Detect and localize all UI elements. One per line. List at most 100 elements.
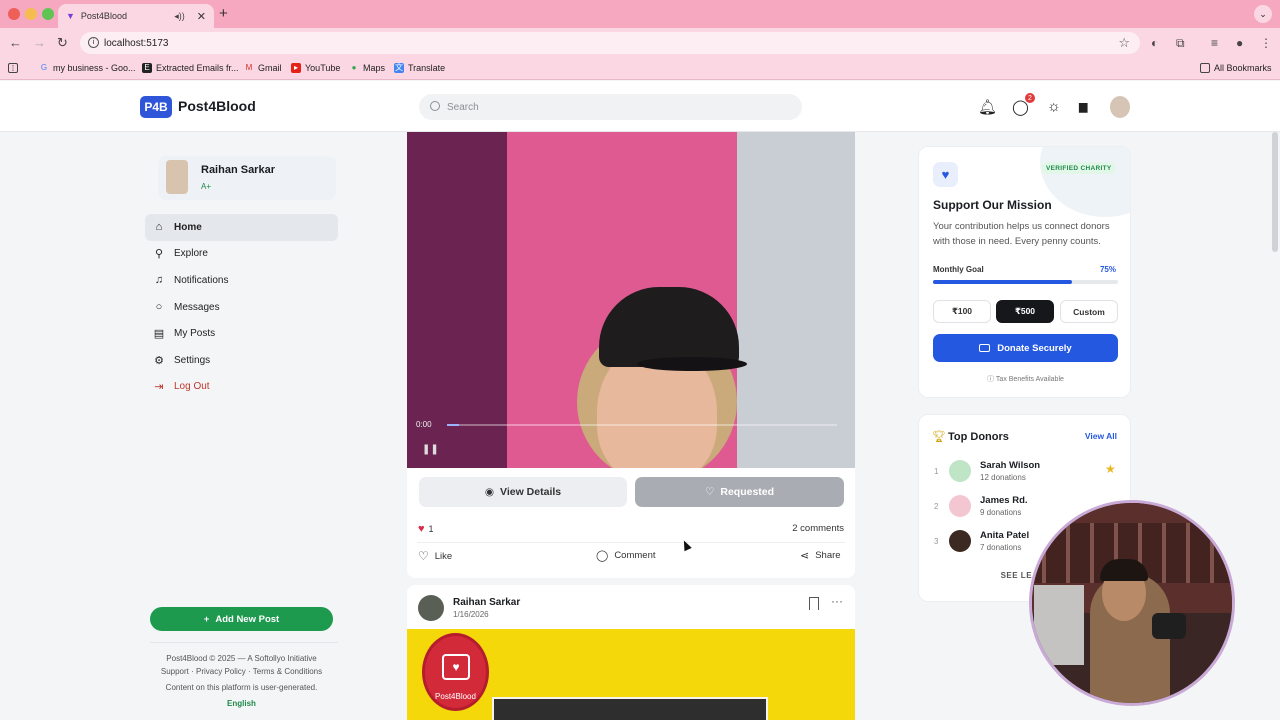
new-tab-button[interactable]: +	[219, 5, 228, 22]
avatar[interactable]	[418, 595, 444, 621]
tax-benefits-text: ⓘ Tax Benefits Available	[987, 376, 1064, 383]
post-video[interactable]: 0:00 ❚❚	[407, 132, 855, 468]
logo-badge[interactable]: P4B	[140, 96, 172, 118]
heart-icon: ♥	[933, 162, 958, 187]
webcam-background	[1034, 585, 1084, 665]
amount-option[interactable]: ₹100	[933, 300, 991, 323]
donor-row[interactable]: 1 Sarah Wilson 12 donations ★	[919, 457, 1130, 487]
eye-icon: ◉	[484, 486, 495, 498]
avatar	[949, 460, 971, 482]
donate-securely-button[interactable]: Donate Securely	[933, 334, 1118, 362]
bookmark-star-icon[interactable]: ☆	[1118, 35, 1130, 51]
address-bar[interactable]: i localhost:5173 ☆	[80, 32, 1140, 54]
forward-icon[interactable]: →	[33, 35, 46, 50]
info-icon: ⓘ	[987, 376, 996, 383]
view-all-link[interactable]: View All	[1085, 431, 1117, 441]
puzzle-icon[interactable]: ⧉	[1176, 36, 1185, 51]
avatar	[949, 495, 971, 517]
video-progress-fill	[447, 424, 459, 426]
browser-tab-bar: ▼ Post4Blood ◂)) ✕ + ⌄	[0, 0, 1280, 28]
document-icon: ▤	[153, 328, 165, 341]
support-mission-card: ♥ VERIFIED CHARITY Support Our Mission Y…	[918, 146, 1131, 398]
bookmark-item[interactable]: ● Maps	[349, 63, 385, 73]
like-button[interactable]: ♡ Like	[418, 549, 452, 563]
bookmark-item[interactable]: 文 Translate	[394, 63, 445, 73]
sidebar-item-logout[interactable]: ⇥ Log Out	[145, 374, 338, 401]
comment-button[interactable]: ◯ Comment	[596, 549, 656, 562]
sidebar-item-my-posts[interactable]: ▤ My Posts	[145, 320, 338, 347]
apps-icon[interactable]: ⁞	[8, 63, 18, 73]
reload-icon[interactable]: ↻	[57, 35, 68, 51]
logo-text[interactable]: Post4Blood	[178, 98, 256, 114]
bookmark-item[interactable]: M Gmail	[244, 63, 282, 73]
search-placeholder: Search	[447, 101, 479, 113]
search-input[interactable]: Search	[419, 94, 802, 120]
sidebar-item-notifications[interactable]: ♫ Notifications	[145, 267, 338, 294]
profile-icon[interactable]: ●	[1236, 36, 1243, 50]
donor-count: 7 donations	[980, 543, 1022, 552]
tab-search-button[interactable]: ⌄	[1254, 5, 1272, 23]
star-icon: ★	[1105, 462, 1116, 476]
privacy-link[interactable]: Privacy Policy	[196, 667, 246, 676]
sidebar-item-settings[interactable]: ⚙ Settings	[145, 347, 338, 374]
webcam-overlay	[1029, 500, 1235, 706]
back-icon[interactable]: ←	[9, 35, 22, 50]
bookmarks-bar: ⁞ Gmy business - Goo... E Extracted Email…	[0, 58, 1280, 80]
search-icon	[430, 101, 440, 111]
amount-option[interactable]: Custom	[1060, 300, 1118, 323]
post-image[interactable]: ♥ Post4Blood	[407, 629, 855, 720]
page-scrollbar[interactable]	[1272, 132, 1278, 252]
sun-icon[interactable]: ☼	[1047, 98, 1061, 115]
media-icon[interactable]: ≡	[1211, 36, 1218, 50]
sidebar-item-home[interactable]: ⌂ Home	[145, 214, 338, 241]
post-actions: ◉ View Details ♡ Requested ♥ 1 2 comments ♡…	[407, 468, 855, 578]
image-frame	[492, 697, 768, 720]
extension-icon[interactable]: ◐	[1151, 36, 1158, 50]
terms-link[interactable]: Terms & Conditions	[253, 667, 322, 676]
browser-tab[interactable]: ▼ Post4Blood ◂)) ✕	[58, 4, 214, 28]
decorative-shape	[1040, 147, 1130, 217]
view-details-button[interactable]: ◉ View Details	[419, 477, 627, 507]
support-link[interactable]: Support	[161, 667, 189, 676]
close-tab-icon[interactable]: ✕	[197, 10, 206, 23]
avatar[interactable]	[1110, 96, 1130, 118]
close-window-button[interactable]	[8, 8, 20, 20]
bookmark-item[interactable]: ▸ YouTube	[291, 63, 340, 73]
disclaimer-text: Content on this platform is user-generat…	[165, 683, 318, 692]
add-new-post-button[interactable]: + Add New Post	[150, 607, 333, 631]
menu-dots-icon[interactable]: ⋮	[1260, 36, 1272, 50]
flag-icon[interactable]: ▆	[1079, 100, 1087, 113]
bell-icon[interactable]: 🔔︎	[978, 98, 997, 116]
minimize-window-button[interactable]	[25, 8, 37, 20]
video-progress-track[interactable]	[447, 424, 837, 426]
bookmark-icon[interactable]	[809, 597, 819, 610]
comment-icon: ◯	[596, 550, 609, 562]
trophy-icon: 🏆︎	[932, 431, 946, 443]
language-selector[interactable]: English	[145, 699, 338, 708]
microphone-icon	[1152, 613, 1186, 639]
comments-count[interactable]: 2 comments	[792, 523, 844, 534]
webcam-person	[1100, 559, 1148, 581]
search-icon: ⚲	[154, 248, 164, 261]
pause-icon[interactable]: ❚❚	[422, 444, 439, 455]
sidebar-item-messages[interactable]: ○ Messages	[145, 294, 338, 321]
sidebar-item-explore[interactable]: ⚲ Explore	[145, 241, 338, 268]
all-bookmarks[interactable]: All Bookmarks	[1200, 63, 1272, 73]
youtube-icon: ▸	[291, 63, 301, 73]
audio-icon[interactable]: ◂))	[174, 11, 185, 22]
gear-icon: ⚙	[154, 354, 164, 367]
maximize-window-button[interactable]	[42, 8, 54, 20]
logo-caption: Post4Blood	[435, 692, 476, 701]
share-icon: ⋖	[800, 550, 810, 562]
bookmark-item[interactable]: E Extracted Emails fr...	[142, 63, 239, 73]
more-options-icon[interactable]: ···	[831, 594, 843, 608]
donor-name: Sarah Wilson	[980, 460, 1041, 471]
share-button[interactable]: ⋖ Share	[800, 549, 841, 562]
profile-card[interactable]: Raihan Sarkar A+	[158, 156, 336, 200]
site-info-icon[interactable]: i	[88, 37, 99, 48]
requested-button[interactable]: ♡ Requested	[635, 477, 844, 507]
post-author[interactable]: Raihan Sarkar	[453, 597, 520, 608]
amount-option[interactable]: ₹500	[996, 300, 1054, 323]
url-text: localhost:5173	[104, 37, 169, 49]
bookmark-item[interactable]: Gmy business - Goo...	[39, 63, 136, 73]
